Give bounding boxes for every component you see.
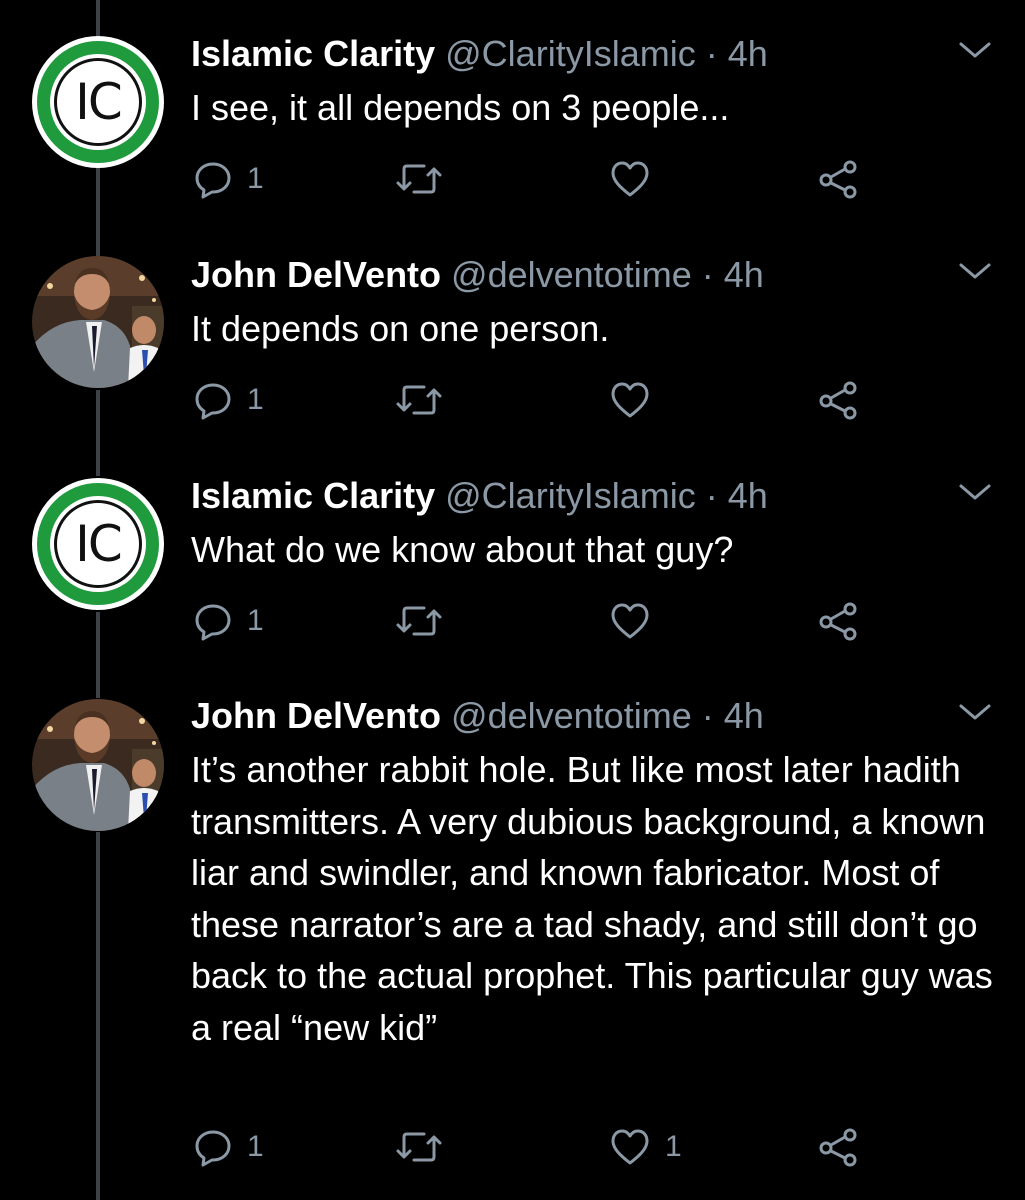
tweet-actions: 1 1 [191, 1122, 991, 1172]
tweet-actions: 1 [191, 375, 991, 425]
heart-icon [609, 159, 651, 199]
reply-button[interactable]: 1 [193, 1122, 264, 1172]
like-button[interactable]: 1 [609, 1122, 682, 1172]
tweet-header: John DelVento @delventotime · 4h [191, 694, 764, 738]
share-icon [817, 380, 859, 420]
like-count: 1 [665, 1130, 682, 1163]
tweet[interactable]: John DelVento @delventotime · 4h It depe… [0, 253, 1025, 453]
tweet-actions: 1 [191, 596, 991, 646]
avatar-logo-text: IC [75, 515, 123, 573]
retweet-icon [394, 380, 444, 420]
retweet-icon [394, 1127, 444, 1167]
separator: · [691, 695, 724, 736]
retweet-button[interactable] [394, 596, 458, 646]
reply-count: 1 [247, 162, 264, 195]
reply-bubble-icon [193, 601, 233, 641]
reply-count: 1 [247, 604, 264, 637]
share-icon [817, 159, 859, 199]
separator: · [695, 33, 728, 74]
tweet-text: What do we know about that guy? [191, 529, 734, 570]
user-handle[interactable]: @ClarityIslamic [445, 475, 696, 516]
user-handle[interactable]: @ClarityIslamic [445, 33, 696, 74]
tweet-header: Islamic Clarity @ClarityIslamic · 4h [191, 32, 768, 76]
share-button[interactable] [817, 375, 859, 425]
avatar[interactable] [32, 699, 164, 831]
share-button[interactable] [817, 1122, 859, 1172]
timestamp[interactable]: 4h [728, 33, 768, 74]
share-button[interactable] [817, 596, 859, 646]
tweet-text: It’s another rabbit hole. But like most … [191, 749, 993, 1048]
heart-icon [609, 1127, 651, 1167]
tweet-actions: 1 [191, 154, 991, 204]
tweet[interactable]: John DelVento @delventotime · 4h It’s an… [0, 694, 1025, 1194]
tweet-header: John DelVento @delventotime · 4h [191, 253, 764, 297]
user-handle[interactable]: @delventotime [451, 254, 692, 295]
profile-photo [32, 256, 164, 388]
avatar[interactable]: IC [32, 478, 164, 610]
profile-photo [32, 699, 164, 831]
tweet-header: Islamic Clarity @ClarityIslamic · 4h [191, 474, 768, 518]
avatar[interactable] [32, 256, 164, 388]
separator: · [691, 254, 724, 295]
timestamp[interactable]: 4h [724, 695, 764, 736]
tweet[interactable]: IC Islamic Clarity @ClarityIslamic · 4h … [0, 32, 1025, 232]
retweet-icon [394, 159, 444, 199]
display-name[interactable]: Islamic Clarity [191, 475, 435, 516]
conversation-thread: IC Islamic Clarity @ClarityIslamic · 4h … [0, 0, 1025, 1200]
reply-button[interactable]: 1 [193, 154, 264, 204]
share-icon [817, 601, 859, 641]
tweet-text: It depends on one person. [191, 308, 610, 349]
separator: · [695, 475, 728, 516]
display-name[interactable]: John DelVento [191, 695, 441, 736]
retweet-icon [394, 601, 444, 641]
like-button[interactable] [609, 154, 665, 204]
user-handle[interactable]: @delventotime [451, 695, 692, 736]
display-name[interactable]: John DelVento [191, 254, 441, 295]
retweet-button[interactable] [394, 375, 458, 425]
display-name[interactable]: Islamic Clarity [191, 33, 435, 74]
avatar-logo-text: IC [75, 73, 123, 131]
share-icon [817, 1127, 859, 1167]
chevron-down-icon[interactable] [958, 259, 992, 283]
reply-button[interactable]: 1 [193, 596, 264, 646]
like-button[interactable] [609, 375, 665, 425]
reply-bubble-icon [193, 1127, 233, 1167]
chevron-down-icon[interactable] [958, 38, 992, 62]
reply-bubble-icon [193, 159, 233, 199]
timestamp[interactable]: 4h [728, 475, 768, 516]
retweet-button[interactable] [394, 154, 458, 204]
tweet-text: I see, it all depends on 3 people... [191, 87, 730, 128]
heart-icon [609, 601, 651, 641]
reply-count: 1 [247, 1130, 264, 1163]
like-button[interactable] [609, 596, 665, 646]
tweet[interactable]: IC Islamic Clarity @ClarityIslamic · 4h … [0, 474, 1025, 674]
reply-button[interactable]: 1 [193, 375, 264, 425]
retweet-button[interactable] [394, 1122, 458, 1172]
avatar[interactable]: IC [32, 36, 164, 168]
reply-bubble-icon [193, 380, 233, 420]
heart-icon [609, 380, 651, 420]
timestamp[interactable]: 4h [724, 254, 764, 295]
chevron-down-icon[interactable] [958, 480, 992, 504]
reply-count: 1 [247, 383, 264, 416]
share-button[interactable] [817, 154, 859, 204]
chevron-down-icon[interactable] [958, 700, 992, 724]
thread-line [96, 0, 100, 36]
